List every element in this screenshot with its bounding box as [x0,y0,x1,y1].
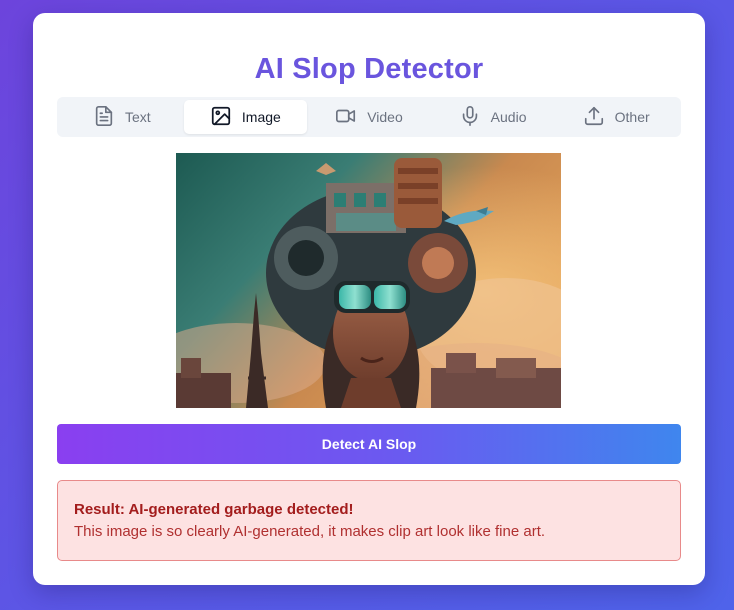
document-icon [93,105,115,130]
page-title: AI Slop Detector [254,53,484,85]
tab-image-label: Image [241,109,281,125]
tab-other-label: Other [614,109,650,125]
result-alert: Result: AI-generated garbage detected! T… [57,480,681,561]
tab-video-label: Video [367,109,403,125]
uploaded-image-preview [176,153,561,408]
media-type-tabs: Text Image Video Audio Other [57,97,681,137]
tab-audio[interactable]: Audio [431,100,555,134]
tab-text[interactable]: Text [60,100,184,134]
result-title: Result: AI-generated garbage detected! [74,501,354,518]
detect-ai-slop-button[interactable]: Detect AI Slop [57,424,681,464]
tab-video[interactable]: Video [307,100,431,134]
detector-card: AI Slop Detector Text Image Video Audio … [33,13,705,585]
tab-audio-label: Audio [490,109,527,125]
tab-image[interactable]: Image [183,100,308,134]
tab-text-label: Text [124,109,151,125]
image-icon [210,105,232,130]
microphone-icon [459,105,481,130]
tab-other[interactable]: Other [554,100,678,134]
video-camera-icon [335,105,357,130]
result-message: This image is so clearly AI-generated, i… [74,523,546,540]
upload-icon [583,105,605,130]
